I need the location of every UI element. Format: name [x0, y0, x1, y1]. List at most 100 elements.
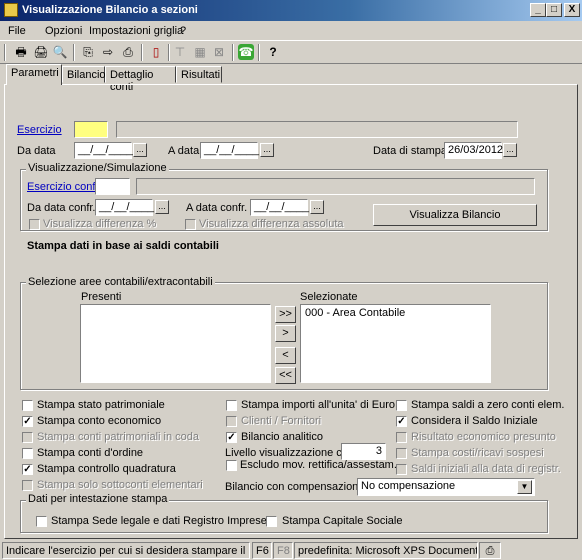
toolbar-separator	[73, 44, 75, 61]
move-all-left-button[interactable]: <<	[275, 367, 296, 384]
maximize-button[interactable]: □	[546, 3, 562, 17]
option-col1-checkbox-1[interactable]: ✓	[22, 416, 33, 427]
option-col1-label-1: Stampa conto economico	[37, 415, 162, 427]
simulazione-group-title: Visualizzazione/Simulazione	[26, 162, 169, 174]
minimize-button[interactable]: _	[530, 3, 546, 17]
option-col1-checkbox-2	[22, 432, 33, 443]
selezionate-label: Selezionate	[300, 291, 358, 303]
printer-icon[interactable]: ⎙	[120, 44, 136, 60]
option-col3-label-2: Risultato economico presunto	[411, 431, 556, 443]
window-title: Visualizzazione Bilancio a sezioni	[22, 4, 198, 16]
sede-checkbox[interactable]	[36, 516, 47, 527]
a-data-confr-picker-button[interactable]: ...	[310, 200, 324, 214]
option-col1-label-4: Stampa controllo quadratura	[37, 463, 176, 475]
option-col1-label-2: Stampa conti patrimoniali in coda	[37, 431, 200, 443]
diff-abs-checkbox	[185, 219, 196, 230]
esercizio-confr-input[interactable]	[95, 178, 130, 195]
menu-opzioni[interactable]: Opzioni	[45, 25, 82, 37]
escludo-checkbox[interactable]	[226, 460, 237, 471]
option-col1-checkbox-3[interactable]	[22, 448, 33, 459]
toolbar-separator	[258, 44, 260, 61]
presenti-label: Presenti	[81, 291, 122, 303]
option-col2-label-2: Bilancio analitico	[241, 431, 323, 443]
escludo-label: Escludo mov. rettifica/assestam.	[240, 459, 397, 471]
chevron-down-icon[interactable]: ▼	[517, 480, 532, 494]
tab-risultati[interactable]: Risultati	[176, 66, 222, 83]
print-setup-icon[interactable]: 🖨	[33, 44, 49, 60]
option-col2-checkbox-2[interactable]: ✓	[226, 432, 237, 443]
a-data-confr-label: A data confr.	[186, 202, 248, 214]
toolbar-separator	[141, 44, 143, 61]
visualizza-bilancio-button[interactable]: Visualizza Bilancio	[373, 204, 537, 226]
selezionate-list[interactable]: 000 - Area Contabile	[300, 304, 491, 383]
title-bar: Visualizzazione Bilancio a sezioni _ □ X	[0, 0, 582, 21]
da-data-label: Da data	[17, 145, 56, 157]
copy-icon[interactable]: ⎘	[80, 44, 96, 60]
menu-help[interactable]: ?	[180, 25, 186, 37]
livello-label: Livello visualizzazione conti	[225, 447, 360, 459]
da-data-confr-picker-button[interactable]: ...	[155, 200, 169, 214]
presenti-list[interactable]	[80, 304, 271, 383]
option-col3-checkbox-2	[396, 432, 407, 443]
close-button[interactable]: X	[564, 3, 580, 17]
esercizio-description	[116, 121, 518, 138]
option-col3-label-4: Saldi iniziali alla data di registr.	[411, 463, 561, 475]
data-stampa-picker-button[interactable]: ...	[503, 143, 517, 157]
option-col3-checkbox-0[interactable]	[396, 400, 407, 411]
toolbar: 🖶 🖨 🔍 ⎘ ⇨ ⎙ ▯ ⊤ ▦ ⊠ ☎ ?	[0, 40, 582, 64]
export-icon[interactable]: ⇨	[100, 44, 116, 60]
a-data-input[interactable]: __/__/____	[200, 142, 259, 159]
stampa-heading: Stampa dati in base ai saldi contabili	[27, 240, 219, 252]
print-icon[interactable]: 🖶	[13, 44, 29, 60]
esercizio-confr-description	[136, 178, 535, 195]
option-col3-checkbox-1[interactable]: ✓	[396, 416, 407, 427]
option-col3-checkbox-3	[396, 448, 407, 459]
da-data-confr-input[interactable]: __/__/____	[95, 199, 154, 216]
print-preview-icon[interactable]: 🔍	[52, 44, 68, 60]
move-all-right-button[interactable]: >>	[275, 306, 296, 323]
tab-dettaglio-conti[interactable]: Dettaglio conti	[105, 66, 176, 93]
move-right-button[interactable]: >	[275, 325, 296, 342]
option-col1-label-5: Stampa solo sottoconti elementari	[37, 479, 203, 491]
option-col1-checkbox-0[interactable]	[22, 400, 33, 411]
da-data-picker-button[interactable]: ...	[133, 143, 147, 157]
menu-impostazioni-griglia[interactable]: Impostazioni griglia	[89, 25, 183, 37]
a-data-confr-input[interactable]: __/__/____	[250, 199, 309, 216]
livello-input[interactable]: 3	[341, 443, 386, 460]
menu-file[interactable]: File	[8, 25, 26, 37]
esercizio-confr-link[interactable]: Esercizio confr.	[27, 181, 102, 193]
option-col2-label-1: Clienti / Fornitori	[241, 415, 322, 427]
phone-icon[interactable]: ☎	[238, 44, 254, 60]
diff-pct-checkbox	[29, 219, 40, 230]
status-f8: F8	[273, 542, 293, 559]
grid-icon: ▦	[194, 45, 206, 59]
status-f6[interactable]: F6	[252, 542, 272, 559]
a-data-label: A data	[168, 145, 200, 157]
document-icon[interactable]: ▯	[148, 44, 164, 60]
status-bar: Indicare l'esercizio per cui si desidera…	[0, 541, 582, 560]
tab-parametri[interactable]: Parametri	[6, 64, 62, 85]
option-col1-label-0: Stampa stato patrimoniale	[37, 399, 165, 411]
option-col3-label-0: Stampa saldi a zero conti elem.	[411, 399, 565, 411]
option-col2-checkbox-1	[226, 416, 237, 427]
help-icon[interactable]: ?	[265, 44, 281, 60]
move-left-button[interactable]: <	[275, 347, 296, 364]
grid-remove-icon: ⊠	[213, 45, 225, 59]
option-col1-checkbox-4[interactable]: ✓	[22, 464, 33, 475]
da-data-input[interactable]: __/__/____	[74, 142, 133, 159]
printer-status-icon[interactable]: ⎙	[479, 542, 501, 559]
esercizio-link[interactable]: Esercizio	[17, 124, 62, 136]
esercizio-input[interactable]	[74, 121, 108, 138]
a-data-picker-button[interactable]: ...	[260, 143, 274, 157]
capitale-checkbox[interactable]	[266, 516, 277, 527]
compensazione-label: Bilancio con compensazione	[225, 481, 365, 493]
sede-label: Stampa Sede legale e dati Registro Impre…	[51, 515, 267, 527]
data-stampa-input[interactable]: 26/03/2012	[444, 142, 503, 159]
tab-bilancio[interactable]: Bilancio	[62, 66, 106, 83]
compensazione-select[interactable]: No compensazione ▼	[357, 478, 535, 496]
menu-bar: File Opzioni Impostazioni griglia ?	[0, 21, 582, 40]
list-item[interactable]: 000 - Area Contabile	[305, 307, 405, 319]
da-data-confr-label: Da data confr.	[27, 202, 96, 214]
option-col2-checkbox-0[interactable]	[226, 400, 237, 411]
option-col1-checkbox-5	[22, 480, 33, 491]
